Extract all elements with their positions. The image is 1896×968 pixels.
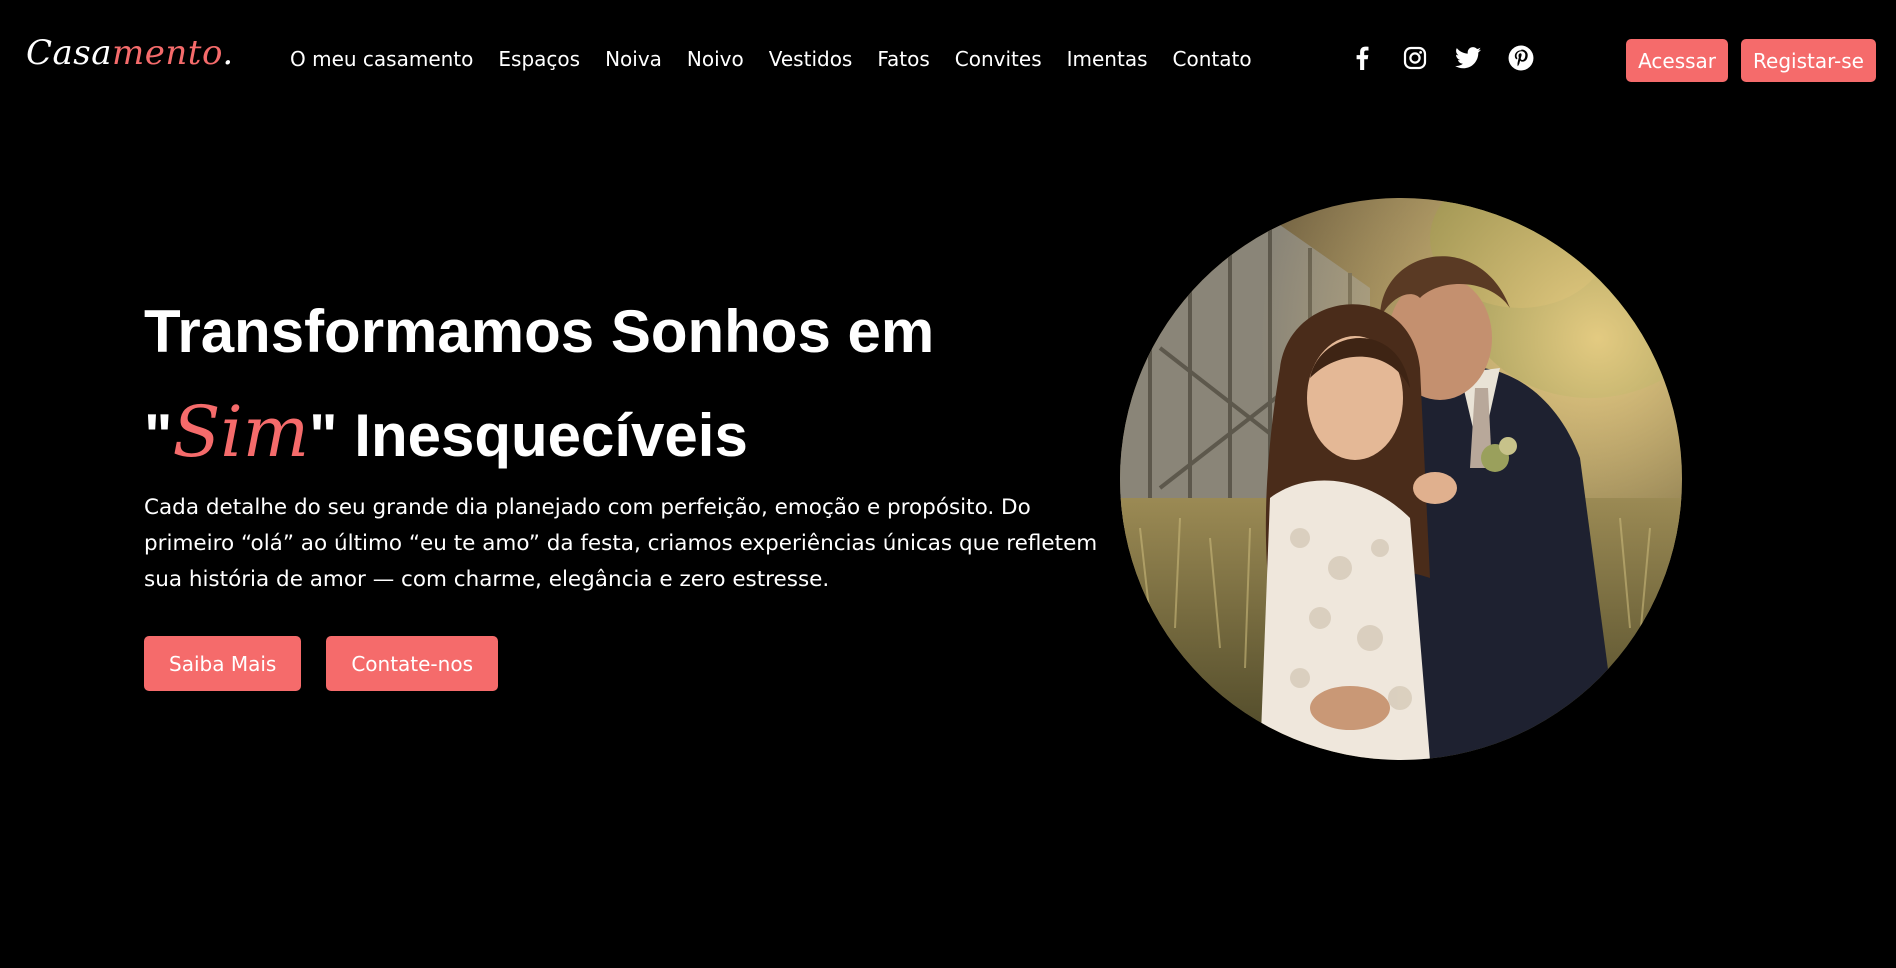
- contact-us-button[interactable]: Contate-nos: [326, 636, 498, 691]
- logo-text-part1: Casa: [26, 33, 113, 73]
- hero-title-accent: Sim: [172, 391, 310, 473]
- hero-title-line2: " Inesquecíveis: [309, 402, 748, 469]
- nav-item-espacos[interactable]: Espaços: [498, 46, 580, 72]
- hero-title-quote-open: ": [144, 402, 173, 469]
- social-links: [1348, 44, 1535, 72]
- hero-cta: Saiba Mais Contate-nos: [144, 636, 498, 691]
- page: Casamento. O meu casamento Espaços Noiva…: [0, 0, 1896, 968]
- register-button[interactable]: Registar-se: [1741, 39, 1876, 82]
- nav-item-noivo[interactable]: Noivo: [687, 46, 744, 72]
- facebook-icon[interactable]: [1348, 44, 1376, 72]
- nav-item-noiva[interactable]: Noiva: [605, 46, 662, 72]
- nav-item-contato[interactable]: Contato: [1173, 46, 1252, 72]
- nav-item-vestidos[interactable]: Vestidos: [769, 46, 853, 72]
- nav-item-o-meu-casamento[interactable]: O meu casamento: [290, 46, 473, 72]
- nav-item-fatos[interactable]: Fatos: [877, 46, 929, 72]
- login-button[interactable]: Acessar: [1626, 39, 1729, 82]
- logo-text-part3: .: [222, 33, 234, 73]
- pinterest-icon[interactable]: [1507, 44, 1535, 72]
- nav-item-imentas[interactable]: Imentas: [1067, 46, 1148, 72]
- instagram-icon[interactable]: [1401, 44, 1429, 72]
- twitter-icon[interactable]: [1454, 44, 1482, 72]
- auth-buttons: Acessar Registar-se: [1626, 39, 1876, 82]
- hero-title-line1: Transformamos Sonhos em: [144, 298, 935, 365]
- logo-text-part2: mento: [112, 33, 223, 73]
- nav-item-convites[interactable]: Convites: [955, 46, 1042, 72]
- main-nav: O meu casamento Espaços Noiva Noivo Vest…: [290, 46, 1252, 72]
- hero-description: Cada detalhe do seu grande dia planejado…: [144, 495, 1098, 592]
- hero-title: Transformamos Sonhos em "Sim" Inesquecív…: [144, 282, 934, 486]
- couple-photo: [1120, 198, 1682, 760]
- learn-more-button[interactable]: Saiba Mais: [144, 636, 302, 691]
- site-logo[interactable]: Casamento.: [26, 36, 234, 70]
